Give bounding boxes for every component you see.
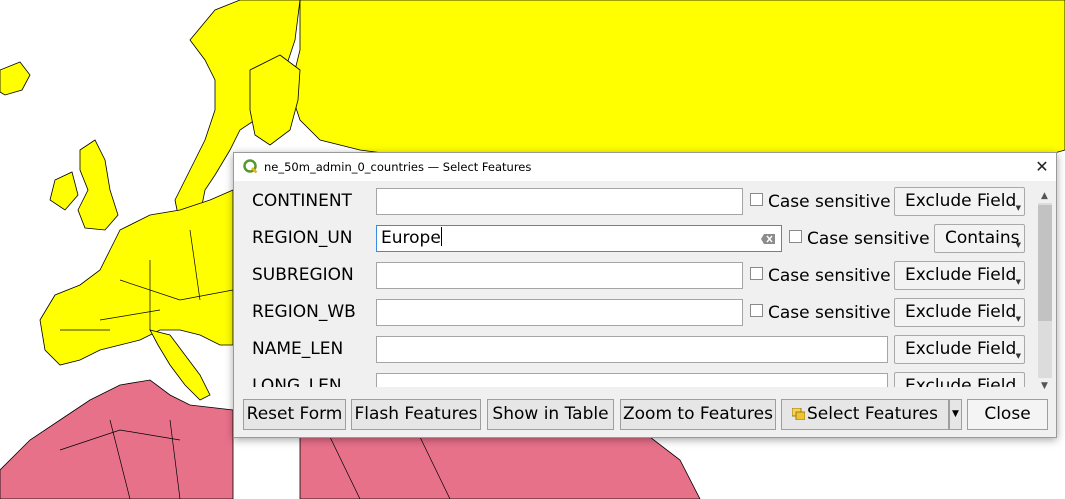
chevron-down-icon: ▼ <box>1015 204 1021 212</box>
operator-label: Exclude Field <box>905 339 1017 359</box>
chevron-down-icon: ▼ <box>1015 241 1021 249</box>
region-un-input[interactable]: Europe <box>376 225 782 252</box>
case-sensitive-checkbox[interactable]: Case sensitive <box>750 303 891 323</box>
window-title: ne_50m_admin_0_countries — Select Featur… <box>264 160 532 174</box>
operator-label: Exclude Field <box>905 191 1017 211</box>
field-row-subregion: SUBREGION Case sensitive Exclude Field ▼ <box>234 261 1037 291</box>
continent-input[interactable] <box>376 188 743 215</box>
select-features-dialog: ne_50m_admin_0_countries — Select Featur… <box>233 152 1057 438</box>
vertical-scrollbar[interactable]: ▲ ▼ <box>1037 187 1053 393</box>
operator-label: Exclude Field <box>905 265 1017 285</box>
title-bar: ne_50m_admin_0_countries — Select Featur… <box>234 153 1056 181</box>
field-label: REGION_WB <box>252 302 356 322</box>
scroll-up-icon[interactable]: ▲ <box>1041 191 1048 201</box>
scroll-down-icon[interactable]: ▼ <box>1041 381 1048 391</box>
chevron-down-icon: ▼ <box>1015 278 1021 286</box>
operator-dropdown[interactable]: Exclude Field▼ <box>894 261 1025 290</box>
field-row-region-un: REGION_UN Europe Case sensitive Contains… <box>234 224 1037 254</box>
field-row-name-len: NAME_LEN Exclude Field ▼ <box>234 335 1037 365</box>
case-sensitive-label: Case sensitive <box>768 303 891 323</box>
long-len-input[interactable] <box>376 373 888 387</box>
flash-features-button[interactable]: Flash Features <box>351 399 481 430</box>
field-row-continent: CONTINENT Case sensitive Exclude Field ▼ <box>234 187 1037 217</box>
subregion-input[interactable] <box>376 262 743 289</box>
operator-dropdown[interactable]: Exclude Field▼ <box>894 372 1025 387</box>
operator-dropdown[interactable]: Exclude Field▼ <box>894 335 1025 364</box>
field-label: SUBREGION <box>252 265 354 285</box>
case-sensitive-label: Case sensitive <box>807 229 930 249</box>
field-label: REGION_UN <box>252 228 353 248</box>
chevron-down-icon: ▼ <box>1015 315 1021 323</box>
region-un-value: Europe <box>381 228 441 248</box>
select-features-dropdown[interactable]: ▼ <box>949 399 962 430</box>
case-sensitive-label: Case sensitive <box>768 192 891 212</box>
operator-label: Exclude Field <box>905 302 1017 322</box>
field-label: CONTINENT <box>252 191 352 211</box>
reset-form-button[interactable]: Reset Form <box>243 399 346 430</box>
field-label: NAME_LEN <box>252 339 344 359</box>
case-sensitive-checkbox[interactable]: Case sensitive <box>750 192 891 212</box>
close-icon[interactable]: ✕ <box>1028 153 1056 181</box>
zoom-to-features-button[interactable]: Zoom to Features <box>620 399 776 430</box>
case-sensitive-checkbox[interactable]: Case sensitive <box>750 266 891 286</box>
field-form: CONTINENT Case sensitive Exclude Field ▼ … <box>234 187 1037 387</box>
chevron-down-icon: ▼ <box>1015 352 1021 360</box>
qgis-icon <box>243 159 258 174</box>
chevron-down-icon: ▼ <box>952 409 959 419</box>
name-len-input[interactable] <box>376 336 888 363</box>
scroll-thumb[interactable] <box>1038 205 1052 321</box>
select-features-button[interactable]: Select Features <box>781 399 949 430</box>
operator-label: Exclude Field <box>905 376 1017 387</box>
operator-dropdown[interactable]: Exclude Field▼ <box>894 187 1025 216</box>
region-wb-input[interactable] <box>376 299 743 326</box>
close-button[interactable]: Close <box>967 399 1048 430</box>
show-in-table-button[interactable]: Show in Table <box>487 399 614 430</box>
select-features-label: Select Features <box>807 404 938 424</box>
field-label: LONG_LEN <box>252 376 342 387</box>
select-features-icon <box>792 408 806 420</box>
middle-east-polygon <box>299 436 701 499</box>
field-row-region-wb: REGION_WB Case sensitive Exclude Field ▼ <box>234 298 1037 328</box>
case-sensitive-label: Case sensitive <box>768 266 891 286</box>
operator-label: Contains <box>945 228 1020 248</box>
operator-dropdown[interactable]: Exclude Field▼ <box>894 298 1025 327</box>
field-row-long-len: LONG_LEN Exclude Field▼ <box>234 372 1037 387</box>
operator-dropdown[interactable]: Contains ▼ <box>934 224 1025 253</box>
clear-text-icon[interactable] <box>761 234 775 244</box>
case-sensitive-checkbox[interactable]: Case sensitive <box>789 229 930 249</box>
